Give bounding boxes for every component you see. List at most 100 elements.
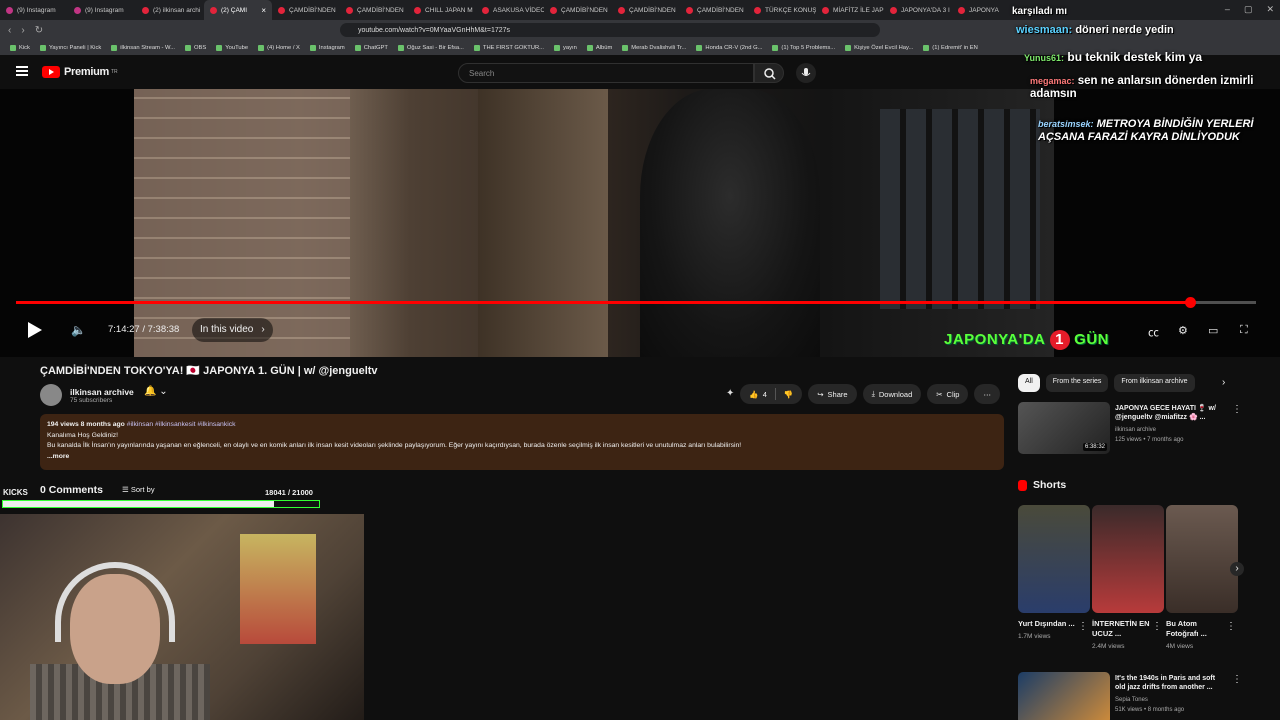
short-thumbnail[interactable]	[1018, 505, 1090, 613]
shorts-next-icon[interactable]: ›	[1230, 562, 1244, 576]
video-title[interactable]: JAPONYA GECE HAYATI 🍷 w/ @jengueltv @mia…	[1115, 404, 1227, 422]
voice-search-button[interactable]	[796, 63, 816, 83]
more-icon[interactable]: ⋮	[1232, 404, 1242, 415]
filter-chip[interactable]: From the series	[1045, 374, 1109, 392]
bookmark-item[interactable]: THE FIRST GOKTUR...	[473, 44, 544, 51]
description-box[interactable]: 194 views 8 months ago #ilkinsan #ilkins…	[40, 414, 1004, 470]
channel-name[interactable]: ilkinsan archive	[70, 387, 134, 397]
bookmark-item[interactable]: Honda CR-V (2nd G...	[696, 44, 763, 51]
bookmark-item[interactable]: ChatGPT	[354, 44, 388, 51]
more-icon[interactable]: ⋮	[1078, 621, 1088, 632]
search-button[interactable]	[754, 63, 784, 83]
tab-label: ASAKUSA VİDEO	[493, 6, 544, 14]
hashtags[interactable]: #ilkinsan #ilkinsankesit #ilkinsankick	[127, 421, 236, 428]
sort-comments-button[interactable]: ☰ Sort by	[122, 485, 155, 494]
reload-icon[interactable]: ↻	[35, 25, 43, 36]
browser-tab[interactable]: ÇAMDİBİ'NDEN	[680, 0, 748, 20]
video-title[interactable]: It's the 1940s in Paris and soft old jaz…	[1115, 674, 1227, 692]
download-button[interactable]: ⤓ Download	[862, 384, 922, 404]
more-actions-button[interactable]: ⋯	[974, 384, 1000, 404]
bookmark-item[interactable]: Merab Dvalishvili Tr...	[622, 44, 686, 51]
browser-tab[interactable]: ÇAMDİBİ'NDEN	[544, 0, 612, 20]
channel-info[interactable]: ilkinsan archive 75 subscribers	[40, 384, 134, 406]
bookmark-item[interactable]: YouTube	[216, 44, 249, 51]
browser-tab[interactable]: (2) ÇAMI ×	[204, 0, 272, 20]
bookmark-item[interactable]: Kişiye Özel Evcil Hay...	[845, 44, 913, 51]
short-thumbnail[interactable]	[1092, 505, 1164, 613]
logo-region: TR	[110, 69, 118, 75]
browser-tab[interactable]: (9) Instagram	[68, 0, 136, 20]
browser-tab[interactable]: ÇAMDİBİ'NDEN	[272, 0, 340, 20]
browser-tab[interactable]: CHILL JAPAN M	[408, 0, 476, 20]
video-thumbnail[interactable]	[1018, 672, 1110, 720]
youtube-icon	[550, 6, 557, 14]
thanks-icon[interactable]: ✦	[726, 384, 734, 404]
browser-tab[interactable]: (2) ilkinsan archi	[136, 0, 204, 20]
bookmark-item[interactable]: (1) Edremit' in EN	[923, 44, 978, 51]
clip-label: Clip	[946, 389, 960, 399]
bookmark-item[interactable]: Oğuz Sasi - Bir Efsa...	[397, 44, 464, 51]
thumbs-down-icon[interactable]: 👎	[784, 390, 793, 399]
fullscreen-icon[interactable]: ⛶	[1240, 324, 1248, 337]
bookmark-item[interactable]: Kick	[10, 44, 30, 51]
more-icon[interactable]: ⋮	[1152, 621, 1162, 632]
short-thumbnail[interactable]	[1166, 505, 1238, 613]
bookmark-item[interactable]: Yayıncı Paneli | Kick	[39, 44, 101, 51]
bookmark-label: Honda CR-V (2nd G...	[705, 44, 763, 51]
forward-icon[interactable]: ›	[21, 25, 24, 36]
short-item[interactable]: İNTERNETİN EN UCUZ ... 2.4M views ⋮	[1092, 505, 1164, 650]
browser-tab[interactable]: (9) Instagram	[0, 0, 68, 20]
video-thumbnail[interactable]: 6:38:32	[1018, 402, 1110, 454]
more-icon[interactable]: ⋮	[1226, 621, 1236, 632]
settings-icon[interactable]: ⚙	[1178, 324, 1188, 337]
volume-icon[interactable]: 🔈	[71, 323, 86, 337]
browser-tab[interactable]: ÇAMDİBİ'NDEN	[612, 0, 680, 20]
youtube-logo[interactable]: Premium TR	[42, 66, 118, 78]
bookmark-item[interactable]: ilkinsan Stream - W...	[111, 44, 175, 51]
url-field[interactable]: youtube.com/watch?v=0MYaaVGnHhM&t=1727s	[340, 23, 880, 37]
subtitles-icon[interactable]: ㏄	[1148, 324, 1159, 340]
bookmark-item[interactable]: (4) Home / X	[258, 44, 300, 51]
short-item[interactable]: Bu Atom Fotoğrafı ... 4M views ⋮	[1166, 505, 1238, 650]
youtube-icon	[822, 6, 829, 14]
browser-tab[interactable]: ÇAMDİBİ'NDEN	[340, 0, 408, 20]
close-tab-icon[interactable]: ×	[261, 6, 266, 15]
play-icon[interactable]	[28, 322, 42, 338]
bookmark-item[interactable]: OBS	[185, 44, 206, 51]
share-button[interactable]: ↪ Share	[808, 384, 857, 404]
menu-icon[interactable]	[16, 66, 28, 76]
filter-chip[interactable]: All	[1018, 374, 1040, 392]
channel-avatar[interactable]	[40, 384, 62, 406]
search-input[interactable]: Search	[458, 63, 754, 83]
recommended-video[interactable]: It's the 1940s in Paris and soft old jaz…	[1018, 672, 1242, 720]
short-title[interactable]: Yurt Dışından ...	[1018, 619, 1076, 629]
chat-user: Yunus61:	[1024, 53, 1065, 63]
browser-tab[interactable]: TÜRKÇE KONUŞ	[748, 0, 816, 20]
bookmark-item[interactable]: Instagram	[309, 44, 345, 51]
notifications-bell-icon[interactable]: 🔔 ⌄	[144, 386, 168, 397]
back-icon[interactable]: ‹	[8, 25, 11, 36]
clip-button[interactable]: ✂ Clip	[927, 384, 969, 404]
filter-chip[interactable]: From ilkinsan archive	[1114, 374, 1195, 392]
short-item[interactable]: Yurt Dışından ... 1.7M views ⋮	[1018, 505, 1090, 640]
channel-name[interactable]: ilkinsan archive	[1115, 427, 1156, 433]
bookmark-item[interactable]: (1) Top 5 Problems...	[772, 44, 835, 51]
browser-tab[interactable]: JAPONYA'DA 3 I	[884, 0, 952, 20]
short-title[interactable]: İNTERNETİN EN UCUZ ...	[1092, 619, 1150, 639]
tab-label: ÇAMDİBİ'NDEN	[629, 6, 676, 14]
show-more-link[interactable]: ...more	[47, 452, 997, 463]
browser-tab[interactable]: MİAFİTZ İLE JAP	[816, 0, 884, 20]
channel-name[interactable]: Sepia Tones	[1115, 697, 1148, 703]
more-icon[interactable]: ⋮	[1232, 674, 1242, 685]
bookmark-item[interactable]: yayın	[554, 44, 577, 51]
like-button[interactable]: 👍 4 👎	[740, 384, 803, 404]
short-title[interactable]: Bu Atom Fotoğrafı ...	[1166, 619, 1224, 639]
bookmark-item[interactable]: Albüm	[586, 44, 612, 51]
video-progress-bar[interactable]	[16, 297, 1256, 308]
chapters-button[interactable]: In this video ›	[192, 318, 273, 342]
theater-mode-icon[interactable]: ▭	[1208, 324, 1218, 337]
recommended-video[interactable]: 6:38:32 JAPONYA GECE HAYATI 🍷 w/ @jengue…	[1018, 402, 1242, 454]
chevron-right-icon[interactable]: ›	[1222, 377, 1225, 388]
browser-tab[interactable]: ASAKUSA VİDEO	[476, 0, 544, 20]
bookmark-label: YouTube	[225, 44, 249, 51]
